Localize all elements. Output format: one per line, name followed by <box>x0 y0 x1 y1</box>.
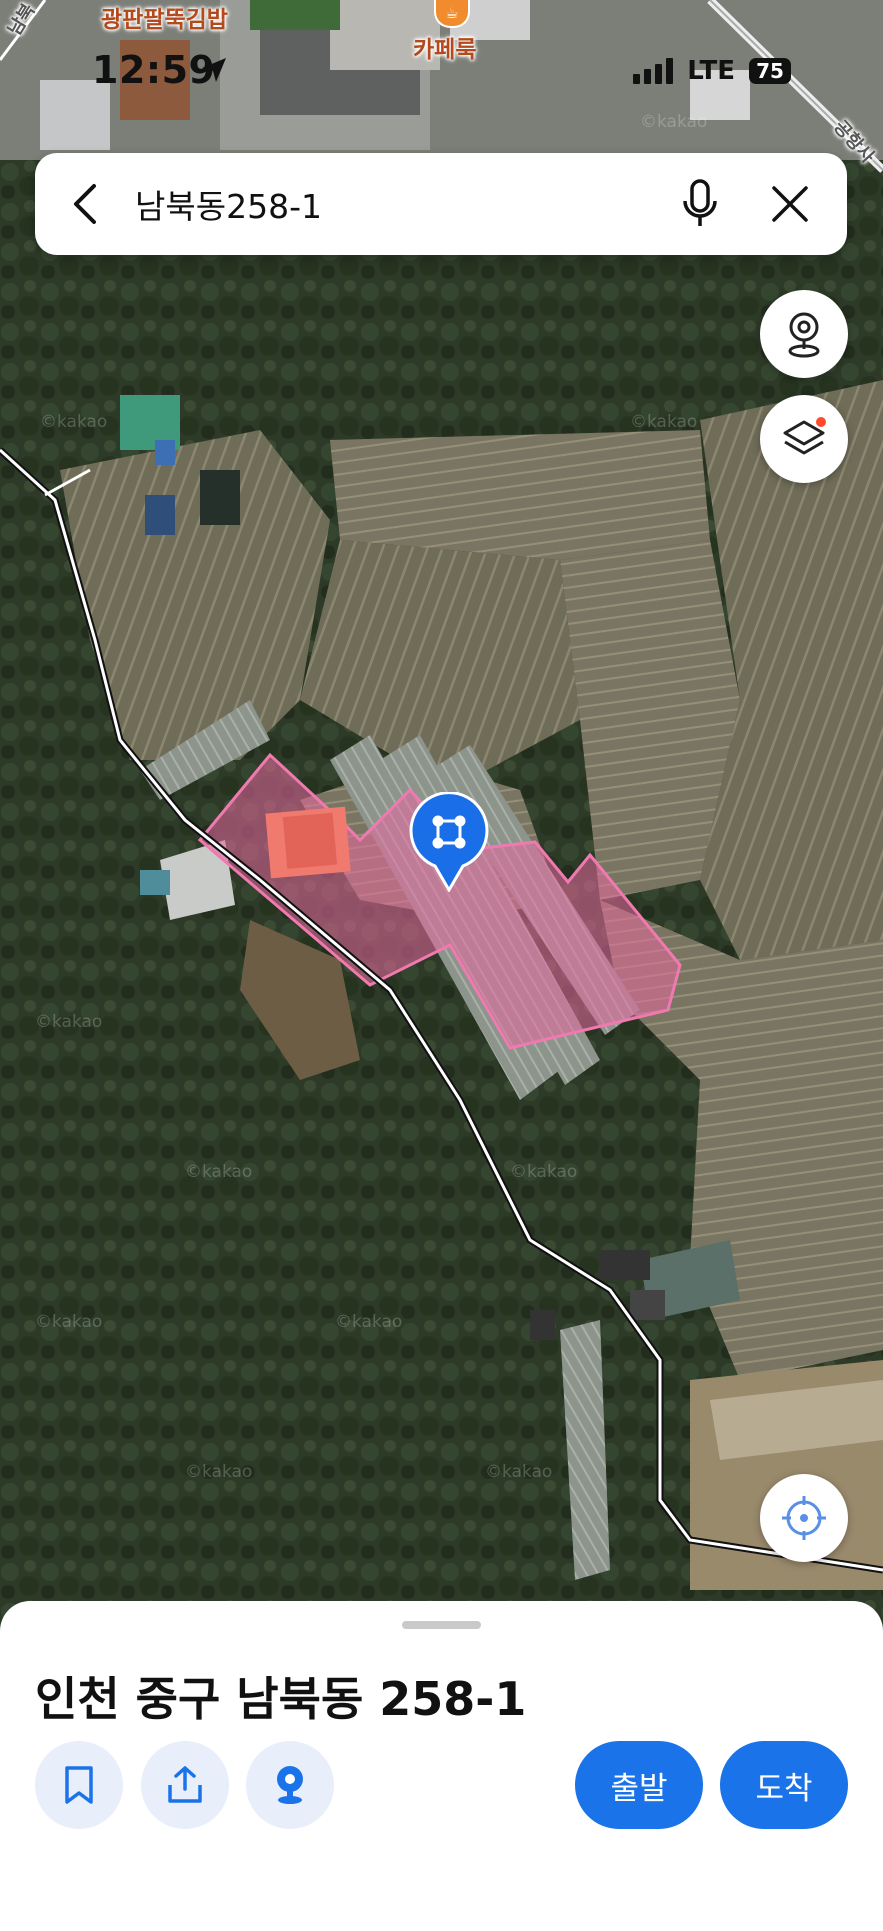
poi-label-cafe[interactable]: 카페룩 <box>413 30 476 64</box>
clear-search-button[interactable] <box>745 153 835 255</box>
search-bar[interactable]: 남북동258-1 <box>35 153 847 255</box>
voice-search-button[interactable] <box>655 153 745 255</box>
crosshair-icon <box>782 1496 826 1540</box>
roadview-shortcut-button[interactable] <box>246 1741 334 1829</box>
microphone-icon <box>683 179 717 226</box>
place-bottom-sheet[interactable]: 인천 중구 남북동 258-1 출발 도착 <box>0 1601 883 1931</box>
status-time: 12:59 <box>92 48 216 92</box>
bookmark-button[interactable] <box>35 1741 123 1829</box>
map-layers-button[interactable] <box>760 395 848 483</box>
signal-strength-icon <box>633 58 674 84</box>
network-type: LTE <box>687 56 735 86</box>
chevron-left-icon <box>74 184 96 224</box>
map-watermark: ©kakao <box>185 1462 253 1482</box>
map-watermark: ©kakao <box>510 1162 578 1182</box>
share-icon <box>168 1766 202 1803</box>
back-button[interactable] <box>35 153 135 255</box>
layers-icon <box>783 417 826 455</box>
battery-indicator: 75 <box>749 58 791 84</box>
share-button[interactable] <box>141 1741 229 1829</box>
current-location-button[interactable] <box>760 1474 848 1562</box>
sheet-drag-handle[interactable] <box>402 1621 481 1629</box>
bookmark-icon <box>65 1766 93 1804</box>
map-watermark: ©kakao <box>35 1312 103 1332</box>
map-watermark: ©kakao <box>40 412 108 432</box>
map-watermark: ©kakao <box>335 1312 403 1332</box>
map-watermark: ©kakao <box>485 1462 553 1482</box>
cafe-poi-icon[interactable]: ☕ <box>434 0 470 28</box>
poi-label-restaurant[interactable]: 광판팔뚝김밥 <box>101 0 228 34</box>
roadview-icon <box>277 1766 303 1804</box>
map-watermark: ©kakao <box>630 412 698 432</box>
map-watermark: ©kakao <box>185 1162 253 1182</box>
status-indicators: LTE 75 <box>633 56 791 86</box>
set-arrival-button[interactable]: 도착 <box>720 1741 848 1829</box>
close-icon <box>772 186 808 222</box>
map-watermark: ©kakao <box>640 112 708 132</box>
roadview-button[interactable] <box>760 290 848 378</box>
location-arrow-icon <box>202 58 226 82</box>
set-departure-button[interactable]: 출발 <box>575 1741 703 1829</box>
roadview-icon <box>788 312 820 358</box>
place-title: 인천 중구 남북동 258-1 <box>35 1672 527 1726</box>
parcel-pin-marker[interactable] <box>409 792 489 892</box>
map-watermark: ©kakao <box>35 1012 103 1032</box>
search-input[interactable]: 남북동258-1 <box>135 180 655 228</box>
